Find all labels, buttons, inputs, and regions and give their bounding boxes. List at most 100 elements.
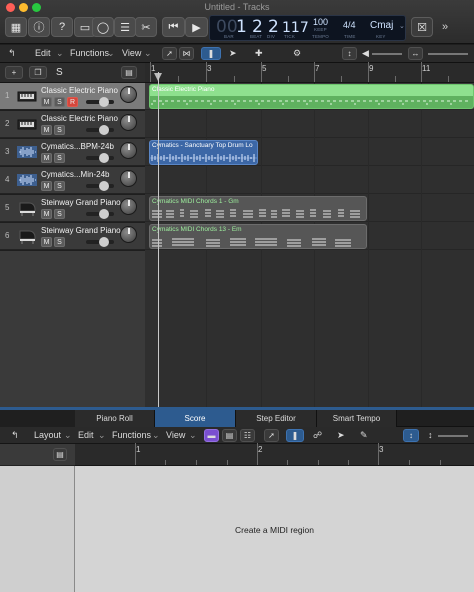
pan-knob[interactable] <box>120 114 137 131</box>
midi-region[interactable]: Classic Electric Piano <box>149 84 474 109</box>
list-editors-button[interactable]: ☒ <box>411 17 433 37</box>
fader-knob[interactable] <box>99 209 109 219</box>
horizontal-zoom-slider[interactable] <box>372 53 402 55</box>
mute-button[interactable]: M <box>41 125 52 135</box>
global-tracks-button[interactable]: ▤ <box>121 66 137 79</box>
track-name[interactable]: Cymatics...BPM-24b <box>41 142 114 151</box>
volume-fader[interactable] <box>86 237 114 247</box>
lcd-dropdown-icon[interactable]: ⌄ <box>399 22 405 30</box>
pan-knob[interactable] <box>120 86 137 103</box>
horizontal-zoom-button[interactable]: ↔ <box>408 47 423 60</box>
view-menu[interactable]: View <box>122 48 141 58</box>
track-header[interactable]: 3 Cymatics...BPM-24b M S <box>0 139 145 166</box>
tab-step-editor[interactable]: Step Editor <box>236 410 317 427</box>
settings-gear-icon[interactable]: ⚙ <box>293 48 301 59</box>
tab-score[interactable]: Score <box>155 410 236 427</box>
secondary-tool-icon[interactable]: ✚ <box>255 48 263 59</box>
solo-button[interactable]: S <box>54 125 65 135</box>
tab-smart-tempo[interactable]: Smart Tempo <box>317 410 397 427</box>
playhead[interactable] <box>158 72 159 407</box>
mute-button[interactable]: M <box>41 237 52 247</box>
mute-button[interactable]: M <box>41 153 52 163</box>
volume-fader[interactable] <box>86 153 114 163</box>
solo-button[interactable]: S <box>54 97 65 107</box>
automation-button[interactable]: ➚ <box>264 429 279 442</box>
track-name[interactable]: Classic Electric Piano <box>41 114 118 123</box>
solo-button[interactable]: S <box>54 181 65 191</box>
track-name[interactable]: Classic Electric Piano <box>41 86 118 95</box>
pan-knob[interactable] <box>120 142 137 159</box>
library-button[interactable]: ▦ <box>5 17 27 37</box>
midi-region[interactable]: Cymatics MIDI Chords 13 - Em <box>149 224 367 249</box>
vertical-zoom-button[interactable]: ↕ <box>342 47 357 60</box>
pointer-tool-icon[interactable]: ➤ <box>229 48 237 59</box>
track-header[interactable]: 1 Classic Electric Piano M S R <box>0 83 145 110</box>
track-lane[interactable] <box>145 111 474 138</box>
mute-button[interactable]: M <box>41 97 52 107</box>
catch-playhead-icon[interactable]: ↰ <box>11 430 19 441</box>
fader-knob[interactable] <box>99 97 109 107</box>
timeline-ruler[interactable]: 1 3 5 7 9 11 <box>145 62 474 83</box>
catch-playhead-icon[interactable]: ↰ <box>8 48 16 59</box>
mixer-button[interactable]: ☰ <box>114 17 136 37</box>
automation-button[interactable]: ➚ <box>162 47 177 60</box>
editors-button[interactable]: ✂ <box>135 17 157 37</box>
lcd-tempo[interactable]: 100 <box>313 17 328 27</box>
solo-button[interactable]: S <box>54 237 65 247</box>
edit-menu[interactable]: Edit <box>35 48 51 58</box>
view-menu[interactable]: View <box>166 430 185 440</box>
zoom-out-icon[interactable]: ◀ <box>362 48 369 59</box>
rewind-button[interactable]: ⏮ <box>162 17 185 37</box>
record-enable-button[interactable]: R <box>67 97 78 107</box>
snap-button[interactable]: ❚ <box>286 429 304 442</box>
snap-button[interactable]: ❚ <box>201 47 221 60</box>
track-header[interactable]: 5 Steinway Grand Piano M S <box>0 195 145 222</box>
volume-fader[interactable] <box>86 125 114 135</box>
more-toolbar-chevron-icon[interactable]: » <box>442 21 448 33</box>
vertical-zoom-button[interactable]: ↕ <box>403 429 419 442</box>
track-header[interactable]: 2 Classic Electric Piano M S <box>0 111 145 138</box>
track-name[interactable]: Steinway Grand Piano <box>41 226 121 235</box>
flex-button[interactable]: ⋈ <box>179 47 194 60</box>
editor-menu-button[interactable]: ▤ <box>53 448 67 461</box>
fader-knob[interactable] <box>99 237 109 247</box>
play-button[interactable]: ▶ <box>185 17 208 37</box>
lcd-display[interactable]: 00 1 2 2 117 BAR BEAT DIV TICK 100 KEEP … <box>209 15 406 41</box>
score-editor-area[interactable]: Create a MIDI region <box>75 466 474 592</box>
track-lane[interactable] <box>145 167 474 194</box>
volume-fader[interactable] <box>86 181 114 191</box>
linear-view-button[interactable]: ▬ <box>204 429 219 442</box>
fader-knob[interactable] <box>99 153 109 163</box>
page-view-button[interactable]: ▤ <box>222 429 237 442</box>
functions-menu[interactable]: Functions <box>112 430 151 440</box>
print-view-button[interactable]: ☷ <box>240 429 255 442</box>
pan-knob[interactable] <box>120 170 137 187</box>
solo-button[interactable]: S <box>54 209 65 219</box>
smart-controls-button[interactable]: ◯ <box>92 17 114 37</box>
lcd-time-signature[interactable]: 4/4 <box>343 20 356 30</box>
link-icon[interactable]: ☍ <box>313 430 322 441</box>
zoom-slider[interactable] <box>438 435 468 437</box>
waveform-zoom-slider[interactable] <box>428 53 468 55</box>
fader-knob[interactable] <box>99 181 109 191</box>
arrange-area[interactable]: Classic Electric Piano Cymatics - Sanctu… <box>145 83 474 407</box>
zoom-adjust-icon[interactable]: ↕ <box>428 430 433 440</box>
track-name[interactable]: Cymatics...Min-24b <box>41 170 109 179</box>
track-name[interactable]: Steinway Grand Piano <box>41 198 121 207</box>
track-header[interactable]: 4 Cymatics...Min-24b M S <box>0 167 145 194</box>
tab-piano-roll[interactable]: Piano Roll <box>75 410 155 427</box>
pan-knob[interactable] <box>120 226 137 243</box>
functions-menu[interactable]: Functions <box>70 48 109 58</box>
layout-menu[interactable]: Layout <box>34 430 61 440</box>
help-button[interactable]: ? <box>51 17 73 37</box>
pencil-tool-icon[interactable]: ✎ <box>360 430 368 441</box>
track-header[interactable]: 6 Steinway Grand Piano M S <box>0 223 145 250</box>
editor-ruler[interactable]: 1 2 3 <box>75 443 474 466</box>
pan-knob[interactable] <box>120 198 137 215</box>
edit-menu[interactable]: Edit <box>78 430 94 440</box>
mute-button[interactable]: M <box>41 209 52 219</box>
pointer-tool-icon[interactable]: ➤ <box>337 430 345 441</box>
duplicate-track-button[interactable]: ❐ <box>29 66 47 79</box>
fader-knob[interactable] <box>99 125 109 135</box>
solo-button[interactable]: S <box>54 153 65 163</box>
